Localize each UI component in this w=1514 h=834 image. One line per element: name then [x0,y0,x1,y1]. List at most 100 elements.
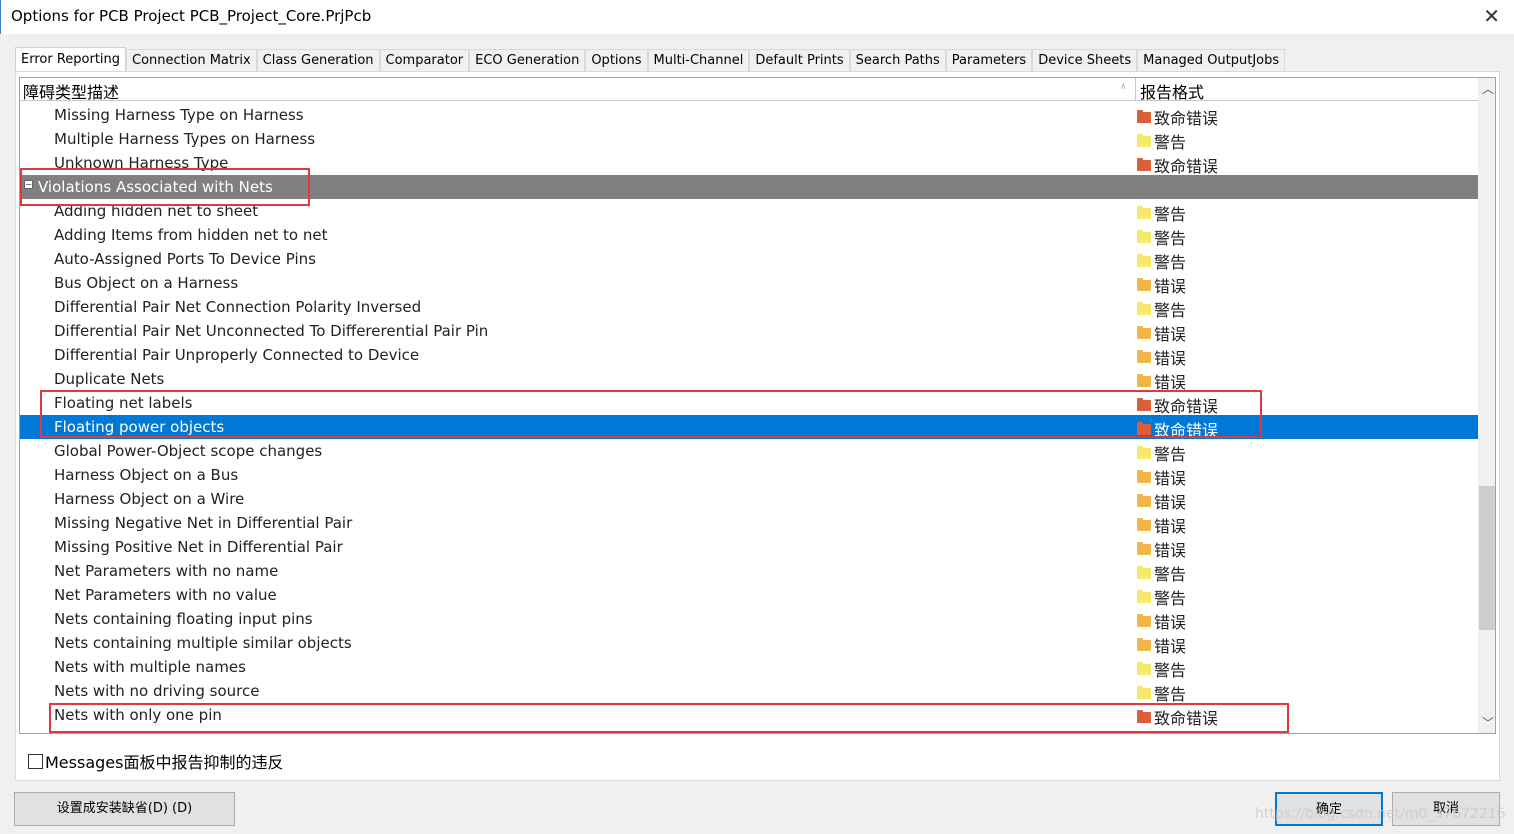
report-mode-cell[interactable]: 警告 [1137,297,1186,321]
tab-device-sheets[interactable]: Device Sheets [1032,49,1138,71]
report-mode-cell[interactable]: 警告 [1137,129,1186,153]
report-mode-cell[interactable]: 错误 [1137,609,1186,633]
table-row[interactable]: Differential Pair Net Connection Polarit… [20,295,1478,321]
report-mode-cell[interactable]: 错误 [1137,321,1186,345]
table-row[interactable]: Harness Object on a Wire 错误 [20,487,1478,513]
report-mode-cell[interactable]: 错误 [1137,345,1186,369]
tab-parameters[interactable]: Parameters [945,49,1033,71]
folder-icon [1137,133,1151,147]
table-row[interactable]: Adding hidden net to sheet 警告 [20,199,1478,225]
watermark: https://blog.csdn.net/m0_37672216 [1255,806,1506,822]
report-mode-cell[interactable]: 错误 [1137,369,1186,393]
violation-list: 障碍类型描述 ∧ 报告格式 Missing Harness Type on Ha… [19,77,1496,734]
list-header: 障碍类型描述 ∧ 报告格式 [20,78,1478,103]
report-mode-cell[interactable]: 警告 [1137,681,1186,705]
report-mode-cell[interactable]: 警告 [1137,657,1186,681]
tab-search-paths[interactable]: Search Paths [849,49,946,71]
report-mode-cell[interactable]: 警告 [1137,585,1186,609]
report-mode-label: 警告 [1154,565,1187,584]
tab-multi-channel[interactable]: Multi-Channel [647,49,750,71]
table-row[interactable]: Differential Pair Net Unconnected To Dif… [20,319,1478,345]
table-row[interactable]: Multiple Harness Types on Harness 警告 [20,127,1478,153]
report-mode-cell[interactable]: 错误 [1137,489,1186,513]
header-description[interactable]: 障碍类型描述 [23,79,119,103]
report-mode-label: 致命错误 [1154,421,1219,440]
report-mode-cell[interactable]: 错误 [1137,513,1186,537]
report-mode-cell[interactable]: 致命错误 [1137,105,1218,129]
table-row[interactable]: Nets containing multiple similar objects… [20,631,1478,657]
table-row[interactable]: Nets with no driving source 警告 [20,679,1478,705]
table-row[interactable]: Missing Harness Type on Harness 致命错误 [20,103,1478,129]
report-mode-cell[interactable]: 致命错误 [1137,705,1218,729]
report-mode-label: 警告 [1154,301,1187,320]
scroll-up-icon[interactable]: ︿ [1482,80,1494,97]
violation-name: Multiple Harness Types on Harness [54,130,316,148]
report-mode-label: 警告 [1154,589,1187,608]
table-row[interactable]: Missing Positive Net in Differential Pai… [20,535,1478,561]
report-mode-cell[interactable]: 错误 [1137,537,1186,561]
table-row[interactable]: Missing Negative Net in Differential Pai… [20,511,1478,537]
table-row[interactable]: Duplicate Nets 错误 [20,367,1478,393]
table-row[interactable]: Floating net labels 致命错误 [20,391,1478,417]
report-mode-label: 错误 [1154,469,1187,488]
table-row[interactable]: Auto-Assigned Ports To Device Pins 警告 [20,247,1478,273]
tab-panel: 障碍类型描述 ∧ 报告格式 Missing Harness Type on Ha… [15,71,1500,781]
tab-default-prints[interactable]: Default Prints [749,49,850,71]
tab-options[interactable]: Options [585,49,648,71]
report-mode-cell[interactable]: 警告 [1137,561,1186,585]
folder-icon [1137,589,1151,603]
table-row[interactable]: Differential Pair Unproperly Connected t… [20,343,1478,369]
set-defaults-button[interactable]: 设置成安装缺省(D) (D) [14,792,235,826]
violation-name: Nets containing multiple similar objects [54,634,352,652]
table-row[interactable]: Net Parameters with no name 警告 [20,559,1478,585]
report-mode-cell[interactable]: 致命错误 [1137,393,1218,417]
folder-icon [1137,613,1151,627]
close-icon[interactable]: ✕ [1483,4,1500,28]
tab-class-generation[interactable]: Class Generation [256,49,380,71]
header-report-mode[interactable]: 报告格式 [1135,78,1204,102]
report-mode-cell[interactable]: 警告 [1137,441,1186,465]
scroll-thumb[interactable] [1479,486,1495,630]
report-mode-cell[interactable]: 警告 [1137,201,1186,225]
table-row[interactable]: Adding Items from hidden net to net 警告 [20,223,1478,249]
table-row[interactable]: Bus Object on a Harness 错误 [20,271,1478,297]
table-row[interactable]: Net Parameters with no value 警告 [20,583,1478,609]
group-row[interactable]: − Violations Associated with Nets [20,175,1478,199]
folder-icon [1137,397,1151,411]
tab-connection-matrix[interactable]: Connection Matrix [126,49,257,71]
tab-managed-outputjobs[interactable]: Managed OutputJobs [1137,49,1286,71]
report-mode-cell[interactable]: 错误 [1137,273,1186,297]
report-mode-cell[interactable]: 警告 [1137,225,1186,249]
table-row[interactable]: Floating power objects 致命错误 [20,415,1478,441]
table-row[interactable]: Nets with multiple names 警告 [20,655,1478,681]
report-mode-cell[interactable]: 致命错误 [1137,417,1218,441]
table-row[interactable]: Nets containing floating input pins 错误 [20,607,1478,633]
table-row[interactable]: Nets with only one pin 致命错误 [20,703,1478,729]
report-mode-label: 致命错误 [1154,397,1219,416]
table-row[interactable]: Harness Object on a Bus 错误 [20,463,1478,489]
report-suppressed-checkbox[interactable]: Messages面板中报告抑制的违反 [28,749,283,773]
scroll-down-icon[interactable]: ﹀ [1482,714,1494,731]
collapse-icon[interactable]: − [24,180,33,189]
tab-comparator[interactable]: Comparator [379,49,470,71]
report-mode-cell[interactable]: 错误 [1137,633,1186,657]
checkbox-label: Messages面板中报告抑制的违反 [45,753,284,772]
report-mode-cell[interactable]: 错误 [1137,465,1186,489]
report-mode-label: 错误 [1154,541,1187,560]
folder-icon [1137,637,1151,651]
vertical-scrollbar[interactable]: ︿ ﹀ [1478,78,1495,733]
checkbox-box[interactable] [28,753,43,769]
table-row[interactable]: Unknown Harness Type 致命错误 [20,151,1478,177]
folder-icon [1137,229,1151,243]
violation-name: Adding Items from hidden net to net [54,226,328,244]
violation-name: Missing Negative Net in Differential Pai… [54,514,353,532]
report-mode-label: 警告 [1154,685,1187,704]
report-mode-label: 错误 [1154,637,1187,656]
tab-error-reporting[interactable]: Error Reporting [15,47,127,71]
table-row[interactable]: Global Power-Object scope changes 警告 [20,439,1478,465]
tab-eco-generation[interactable]: ECO Generation [469,49,586,71]
report-mode-cell[interactable]: 警告 [1137,249,1186,273]
violation-name: Differential Pair Net Connection Polarit… [54,298,422,316]
folder-icon [1137,685,1151,699]
report-mode-cell[interactable]: 致命错误 [1137,153,1218,177]
